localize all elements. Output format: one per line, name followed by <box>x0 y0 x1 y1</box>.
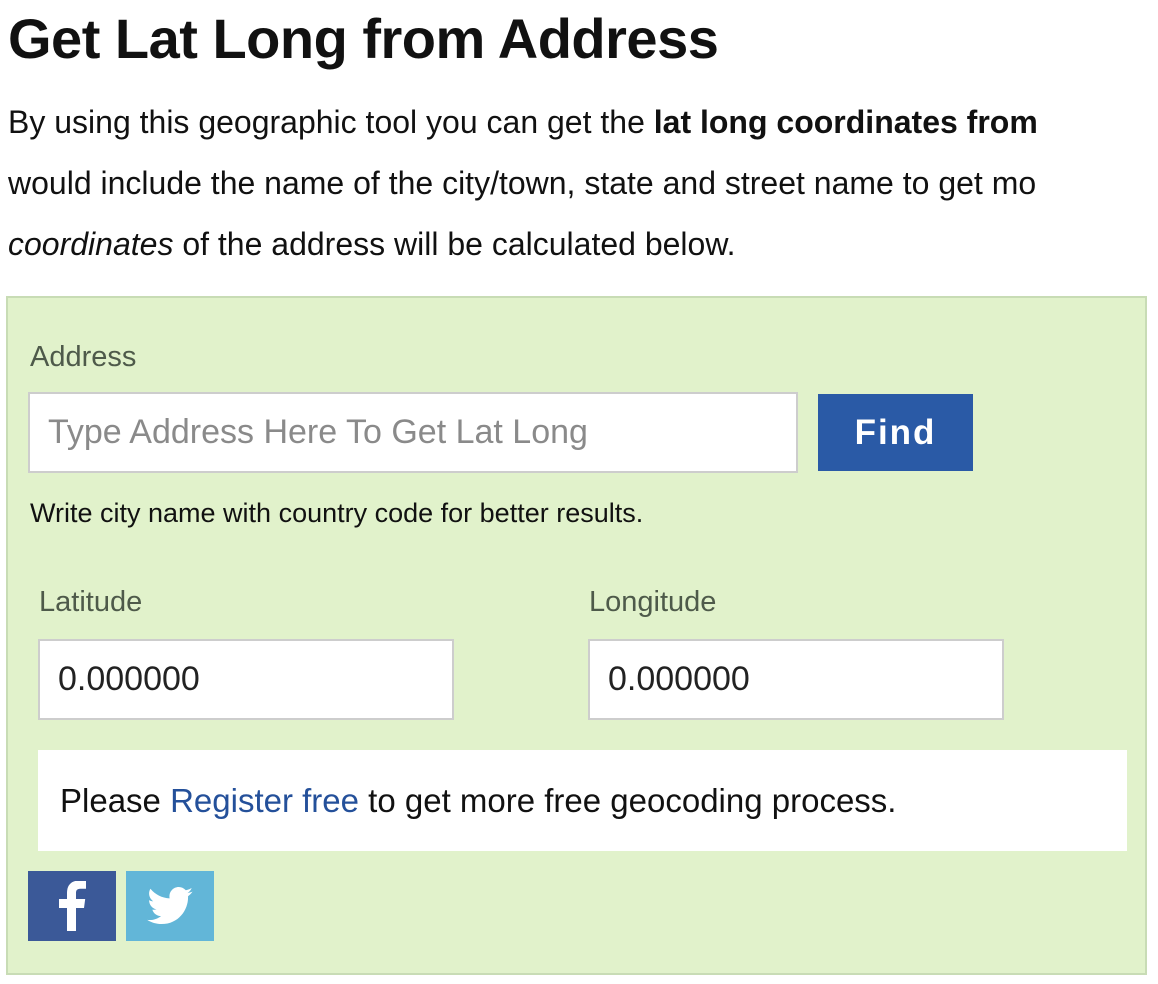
facebook-icon <box>59 881 86 931</box>
intro-line-1: By using this geographic tool you can ge… <box>8 92 1158 153</box>
latitude-label: Latitude <box>39 586 143 618</box>
longitude-label: Longitude <box>589 586 717 618</box>
intro-bold-text: lat long coordinates from <box>653 104 1038 140</box>
intro-line-3: coordinates of the address will be calcu… <box>8 214 1158 275</box>
intro-text: of the address will be calculated below. <box>173 226 736 262</box>
notice-text: to get more free geocoding process. <box>359 782 897 819</box>
address-input[interactable] <box>28 392 798 473</box>
address-hint: Write city name with country code for be… <box>30 498 644 528</box>
intro-line-2: would include the name of the city/town,… <box>8 165 1037 201</box>
find-button[interactable]: Find <box>818 394 973 471</box>
facebook-share-button[interactable] <box>28 871 116 941</box>
longitude-field[interactable] <box>588 639 1004 720</box>
twitter-icon <box>147 887 193 925</box>
notice-text: Please <box>60 782 171 819</box>
intro-paragraph: By using this geographic tool you can ge… <box>8 92 1158 275</box>
latitude-field[interactable] <box>38 639 454 720</box>
intro-text: By using this geographic tool you can ge… <box>8 104 654 140</box>
twitter-share-button[interactable] <box>126 871 214 941</box>
page-title: Get Lat Long from Address <box>8 7 719 70</box>
register-notice: Please Register free to get more free ge… <box>38 750 1127 851</box>
address-label: Address <box>30 341 137 373</box>
geocode-tool-panel: Address Find Write city name with countr… <box>6 296 1147 975</box>
intro-italic-text: coordinates <box>8 226 174 262</box>
register-link[interactable]: Register free <box>170 782 359 819</box>
